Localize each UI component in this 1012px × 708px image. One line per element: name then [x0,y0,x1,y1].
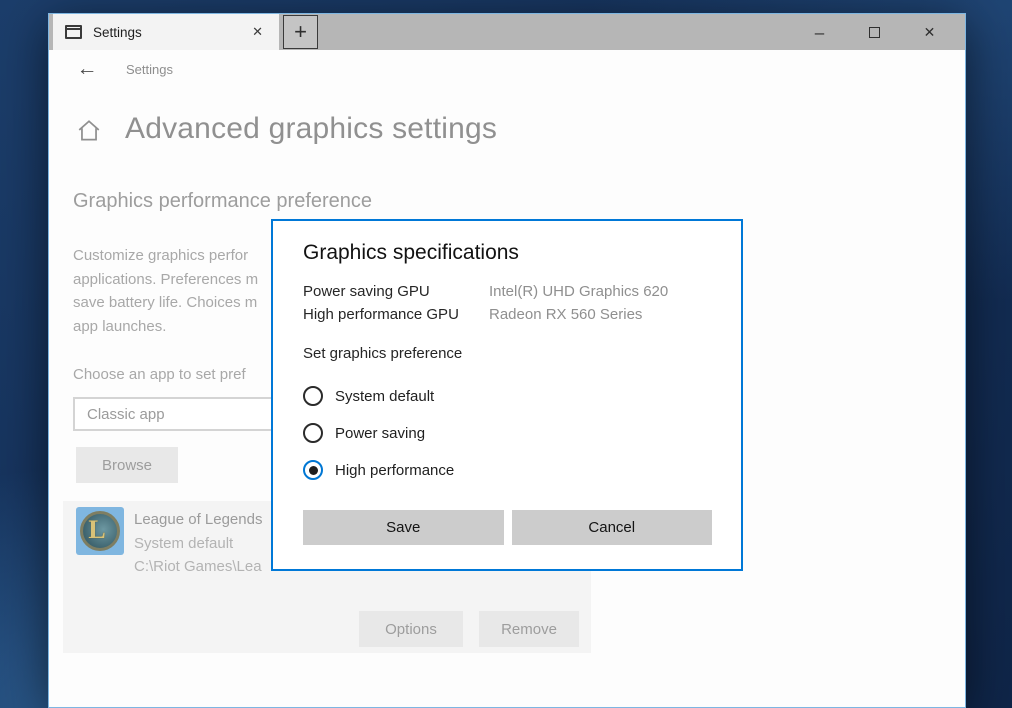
titlebar-drag-area[interactable] [318,14,792,50]
save-button[interactable]: Save [303,510,504,545]
plus-icon: + [294,19,307,44]
radio-system-default[interactable]: System default [303,383,712,409]
app-type-selected-value: Classic app [87,405,165,423]
radio-circle-icon [303,460,323,480]
dialog-title: Graphics specifications [303,241,519,264]
radio-high-performance[interactable]: High performance [303,457,712,483]
spec-label: High performance GPU [303,306,459,323]
league-of-legends-icon: L [76,507,124,555]
page-title-row: Advanced graphics settings [76,112,497,146]
minimize-icon: – [814,22,825,42]
app-logo-letter: L [88,515,106,544]
close-button[interactable]: ✕ [902,14,957,50]
radio-label: High performance [335,461,455,479]
radio-label: System default [335,387,435,405]
back-arrow-icon: ← [76,57,98,80]
settings-app-icon [65,25,82,39]
options-button[interactable]: Options [359,611,463,647]
gpu-spec-table: Power saving GPU Intel(R) UHD Graphics 6… [303,281,712,326]
tab-close-icon[interactable]: ✕ [248,22,267,42]
app-preference: System default [134,535,234,552]
new-tab-button[interactable]: + [283,15,318,49]
radio-label: Power saving [335,424,426,442]
spec-value: Radeon RX 560 Series [489,306,643,323]
page-title: Advanced graphics settings [125,112,498,145]
preference-group-label: Set graphics preference [303,345,463,362]
minimize-button[interactable]: – [792,14,847,50]
radio-circle-icon [303,423,323,443]
section-heading: Graphics performance preference [73,190,373,212]
app-logo-ring: L [80,511,120,551]
tab-settings[interactable]: Settings ✕ [53,14,279,50]
cancel-button[interactable]: Cancel [511,510,712,545]
settings-content: ← Settings Advanced graphics settings Gr… [49,50,965,707]
window-controls: – ✕ [792,14,965,50]
maximize-button[interactable] [847,14,902,50]
close-icon: ✕ [923,24,936,40]
app-path: C:\Riot Games\Lea [134,558,262,575]
tab-strip: Settings ✕ + – ✕ [49,14,965,50]
spec-value: Intel(R) UHD Graphics 620 [489,283,669,300]
remove-button[interactable]: Remove [479,611,579,647]
tab-title: Settings [93,24,142,40]
graphics-specifications-dialog: Graphics specifications Power saving GPU… [271,219,743,571]
settings-window: Settings ✕ + – ✕ ← Settings Advanced gra… [48,13,966,708]
back-button[interactable]: ← [71,54,103,84]
app-name: League of Legends [134,511,263,528]
maximize-icon [869,26,880,38]
graphics-preference-radio-group: System default Power saving High perform… [303,383,712,483]
home-icon [78,120,100,141]
dialog-button-row: Save Cancel [303,510,712,545]
browse-button[interactable]: Browse [76,447,178,483]
radio-power-saving[interactable]: Power saving [303,420,712,446]
radio-circle-icon [303,386,323,406]
spec-label: Power saving GPU [303,283,430,300]
breadcrumb: Settings [126,62,173,77]
choose-app-label: Choose an app to set pref [73,366,246,383]
